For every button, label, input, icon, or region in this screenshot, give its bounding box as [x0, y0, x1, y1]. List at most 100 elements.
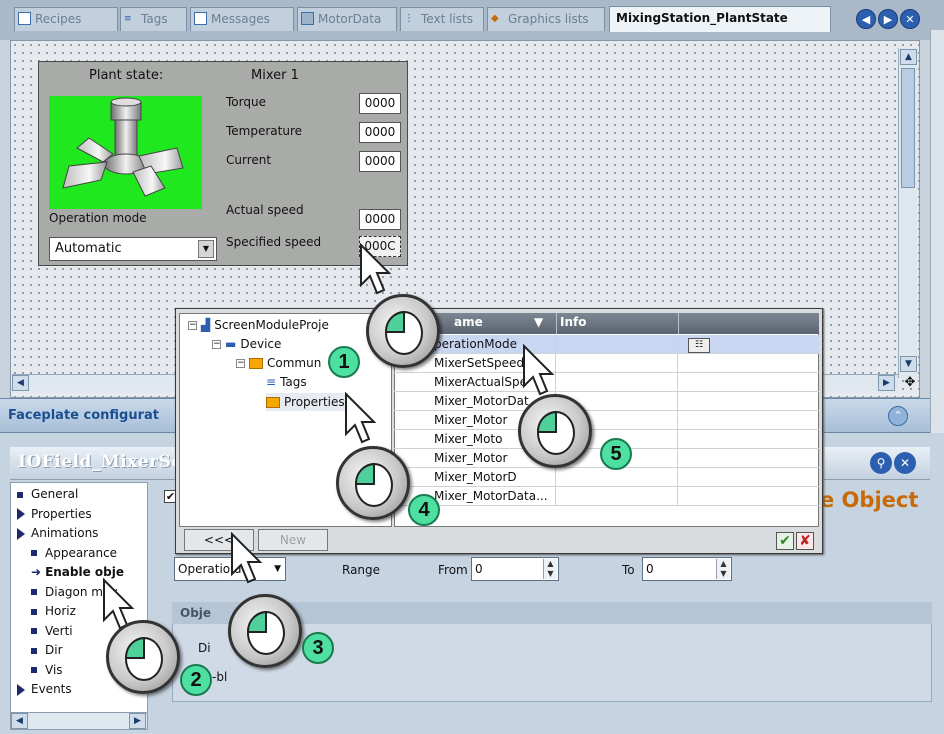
nav-item[interactable]: Properties — [17, 507, 92, 521]
table-row[interactable]: perationMode — [394, 335, 819, 354]
tree-item-device[interactable]: − ▬ Device — [212, 335, 281, 353]
scroll-right-icon[interactable]: ▶ — [129, 713, 146, 729]
tab-recipes[interactable]: Recipes — [14, 7, 118, 31]
tab-messages[interactable]: Messages — [190, 7, 294, 31]
nav-item[interactable]: Horiz — [31, 604, 76, 618]
tab-scroll-left-icon[interactable]: ◀ — [856, 9, 876, 29]
name-column-header[interactable]: ame — [454, 315, 483, 329]
mouse-cursor-icon — [345, 392, 377, 444]
tree-item-tags[interactable]: ≡ Tags — [266, 373, 307, 391]
spin-stepper-icon[interactable]: ▲ ▼ — [716, 559, 730, 579]
actual-speed-io-field[interactable]: 0000 — [359, 209, 401, 230]
collapse-icon[interactable]: − — [236, 359, 245, 368]
text-lists-icon: ⋮ — [404, 13, 414, 24]
collapse-icon[interactable]: − — [188, 321, 197, 330]
recipes-icon — [18, 12, 31, 25]
from-input[interactable]: 0 ▲ ▼ — [471, 557, 559, 581]
nav-item[interactable]: Events — [17, 682, 72, 696]
step-badge-2: 2 — [180, 664, 212, 696]
to-input[interactable]: 0 ▲ ▼ — [642, 557, 732, 581]
tab-tags[interactable]: ≡ Tags — [120, 7, 187, 31]
tag-info-cell — [556, 335, 678, 354]
collapse-icon[interactable]: − — [212, 340, 221, 349]
bullet-icon — [31, 550, 37, 556]
to-label: To — [622, 563, 635, 577]
move-canvas-icon[interactable]: ✥ — [902, 375, 918, 391]
nav-item[interactable]: Animations — [17, 526, 98, 540]
pin-icon[interactable]: ⚲ — [870, 452, 892, 474]
actual-speed-label: Actual speed — [226, 203, 304, 217]
close-editor-icon[interactable]: ✕ — [900, 9, 920, 29]
graphics-lists-icon: ◆ — [491, 13, 499, 24]
properties-title: IOField_MixerSe — [18, 452, 183, 472]
tab-graphics-lists[interactable]: ◆ Graphics lists — [487, 7, 605, 31]
nav-item[interactable]: Verti — [31, 624, 73, 638]
close-icon[interactable]: ✕ — [894, 452, 916, 474]
tag-info-cell — [556, 468, 678, 487]
nav-item[interactable]: ➜ Enable obje — [31, 565, 124, 579]
scroll-right-icon[interactable]: ▶ — [878, 375, 895, 391]
expand-arrow-icon — [17, 508, 25, 520]
tag-name-cell: Mixer_MotorD — [434, 468, 556, 487]
nav-item[interactable]: General — [17, 487, 78, 501]
nav-item[interactable]: Dir — [31, 643, 63, 657]
properties-icon[interactable]: ☷ — [688, 338, 710, 353]
vertical-scroll-thumb[interactable] — [901, 68, 915, 188]
torque-io-field[interactable]: 0000 — [359, 93, 401, 114]
scroll-left-icon[interactable]: ◀ — [12, 375, 29, 391]
table-row[interactable]: Mixer_MotorData... — [394, 487, 819, 506]
mouse-cursor-icon — [523, 344, 555, 396]
tree-item-communication[interactable]: − Commun — [236, 354, 321, 372]
tree-item-project[interactable]: − ▟ ScreenModuleProje — [188, 316, 329, 334]
bullet-icon — [31, 608, 37, 615]
temperature-label: Temperature — [226, 124, 303, 138]
tree-item-properties[interactable]: Properties — [266, 393, 349, 411]
current-io-field[interactable]: 0000 — [359, 151, 401, 172]
confirm-button[interactable]: ✔ — [776, 532, 794, 550]
table-row[interactable]: MixerActualSpe — [394, 373, 819, 392]
cancel-button[interactable]: ✘ — [796, 532, 814, 550]
sort-descending-icon[interactable]: ▼ — [534, 315, 543, 329]
selected-arrow-icon: ➜ — [31, 565, 42, 579]
scroll-up-icon[interactable]: ▲ — [900, 49, 917, 65]
tab-motordata[interactable]: MotorData — [297, 7, 397, 31]
table-row[interactable]: Mixer_Motor — [394, 411, 819, 430]
editor-tab-bar: Recipes ≡ Tags Messages MotorData ⋮ Text l… — [0, 0, 944, 40]
scroll-left-icon[interactable]: ◀ — [11, 713, 28, 729]
mouse-click-icon — [336, 446, 410, 520]
navigation-scrollbar[interactable]: ◀ ▶ — [10, 712, 148, 730]
chevron-down-icon[interactable]: ▼ — [274, 558, 281, 580]
operation-mode-label: Operation mode — [49, 211, 147, 225]
mixer-agitator-icon — [62, 97, 184, 197]
table-row[interactable]: Mixer_MotorD — [394, 468, 819, 487]
operation-mode-dropdown[interactable]: Automatic ▼ — [49, 237, 217, 261]
tag-info-cell — [556, 354, 678, 373]
tab-text-lists[interactable]: ⋮ Text lists — [400, 7, 484, 31]
range-label: Range — [342, 563, 381, 577]
step-badge-1: 1 — [328, 346, 360, 378]
mouse-cursor-icon — [231, 532, 263, 584]
collapse-icon[interactable]: ⌃ — [888, 406, 908, 426]
temperature-io-field[interactable]: 0000 — [359, 122, 401, 143]
new-button[interactable]: New — [258, 529, 328, 551]
nav-item[interactable]: Appearance — [31, 546, 117, 560]
mouse-click-icon — [366, 294, 440, 368]
nav-item[interactable]: Vis — [31, 663, 63, 677]
object-row-2: -bl — [212, 670, 228, 684]
canvas-vertical-scrollbar[interactable]: ▲ ▼ — [898, 48, 918, 378]
scroll-down-icon[interactable]: ▼ — [900, 356, 917, 372]
table-row[interactable]: MixerSetSpeed — [394, 354, 819, 373]
spin-stepper-icon[interactable]: ▲ ▼ — [543, 559, 557, 579]
object-row-1: Di — [198, 641, 211, 655]
tab-scroll-right-icon[interactable]: ▶ — [878, 9, 898, 29]
expand-arrow-icon — [17, 683, 25, 696]
info-column-header[interactable]: Info — [560, 315, 586, 329]
tag-list-header: ame ▼ Info — [394, 313, 819, 334]
tag-name-cell: Mixer_MotorData... — [434, 487, 556, 506]
mixer-faceplate[interactable]: Plant state: Mixer 1 Torque 0000 Tempera… — [38, 61, 408, 266]
chevron-down-icon[interactable]: ▼ — [198, 240, 214, 258]
table-row[interactable]: Mixer_MotorDat — [394, 392, 819, 411]
from-label: From — [438, 563, 468, 577]
step-badge-5: 5 — [600, 438, 632, 470]
tab-mixingstation-plantstate[interactable]: MixingStation_PlantState — [609, 6, 831, 32]
